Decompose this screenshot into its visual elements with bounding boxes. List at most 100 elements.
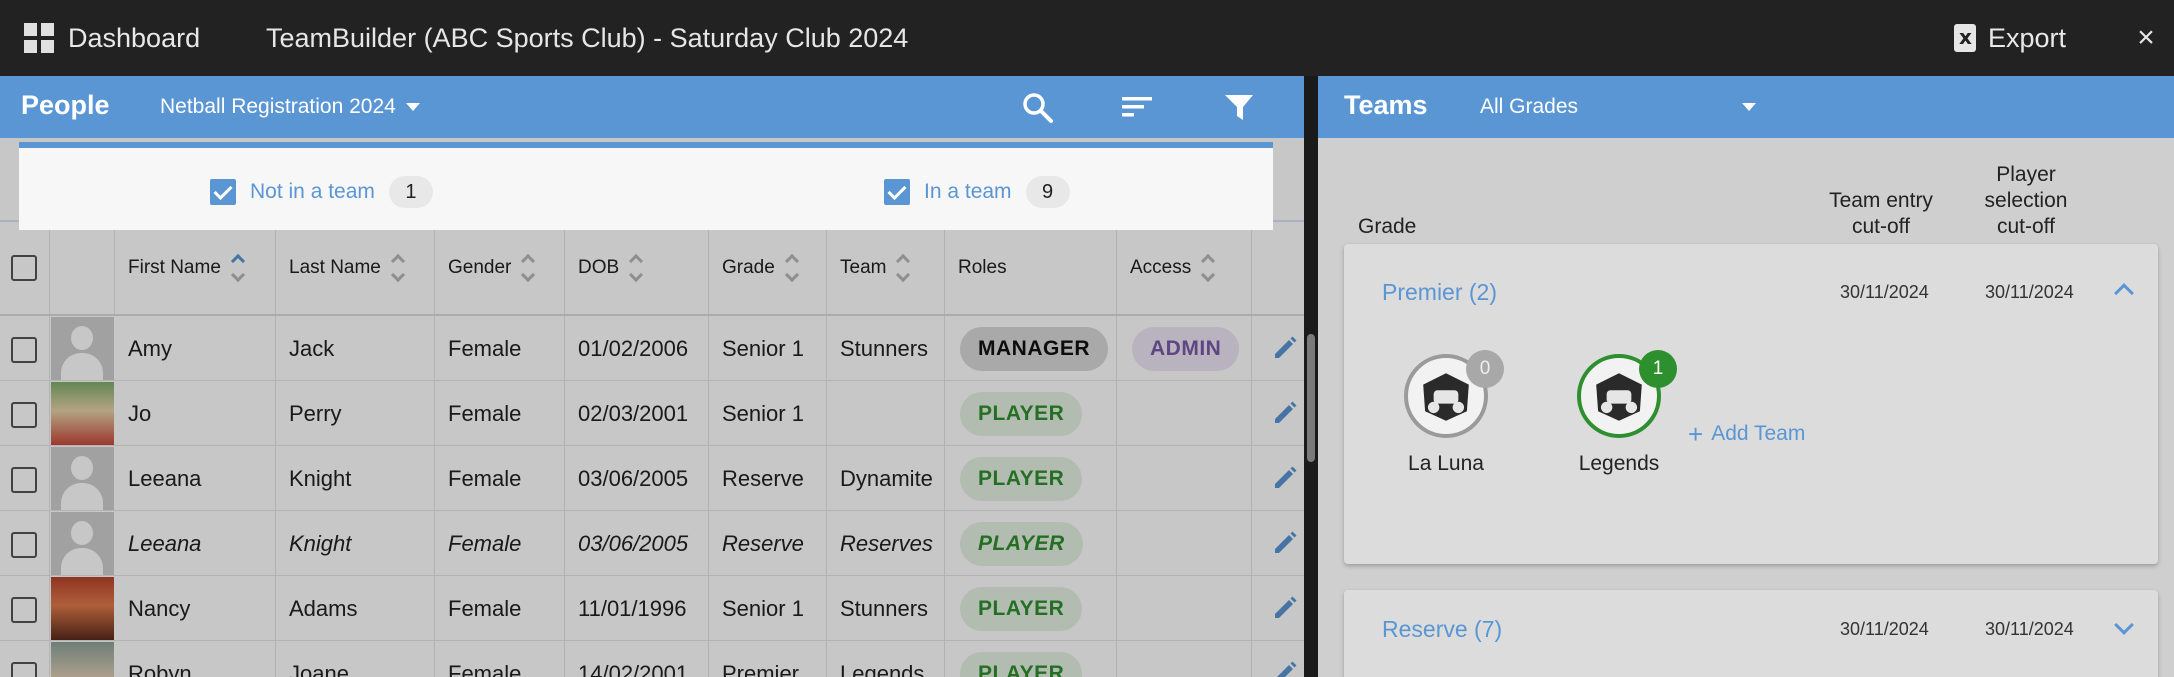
dashboard-button[interactable]: Dashboard — [24, 18, 200, 58]
last-name-cell: Knight — [276, 446, 435, 511]
select-all-checkbox[interactable] — [11, 255, 37, 281]
sort-ascending-icon — [230, 253, 245, 283]
caret-down-icon — [405, 103, 420, 111]
team-logo-icon: 1 — [1577, 350, 1677, 438]
gender-cell: Female — [435, 641, 565, 677]
row-select-cell — [0, 511, 50, 576]
row-select-cell — [0, 316, 50, 381]
sort-icon — [629, 253, 644, 283]
first-name-cell: Robyn — [115, 641, 276, 677]
registration-dropdown[interactable]: Netball Registration 2024 — [160, 95, 420, 119]
column-dob[interactable]: DOB — [565, 222, 709, 314]
column-access[interactable]: Access — [1117, 222, 1252, 314]
column-label: DOB — [578, 257, 620, 278]
people-header: People Netball Registration 2024 — [0, 76, 1304, 138]
in-team-count-badge: 9 — [1025, 176, 1070, 208]
dob-cell: 03/06/2005 — [565, 446, 709, 511]
chevron-down-icon[interactable] — [2114, 615, 2134, 635]
pencil-icon[interactable] — [1272, 465, 1298, 491]
scrollbar-thumb[interactable] — [1307, 334, 1315, 462]
caret-down-icon[interactable] — [1742, 103, 1756, 111]
table-row[interactable]: Nancy Adams Female 11/01/1996 Senior 1 Stunne… — [0, 576, 1304, 641]
team-item[interactable]: 0 La Luna — [1366, 350, 1526, 476]
avatar-placeholder-icon — [51, 447, 114, 510]
grade-cell: Reserve — [709, 446, 827, 511]
close-button[interactable]: × — [2128, 18, 2164, 58]
pencil-icon[interactable] — [1272, 530, 1298, 556]
grade-name[interactable]: Premier (2) — [1382, 279, 1497, 306]
table-row[interactable]: Robyn Joane Female 14/02/2001 Premier Legends… — [0, 641, 1304, 677]
app-title: TeamBuilder (ABC Sports Club) - Saturday… — [266, 23, 909, 53]
column-first-name[interactable]: First Name — [115, 222, 276, 314]
team-name: La Luna — [1408, 452, 1484, 475]
team-cell: Reserves — [827, 511, 945, 576]
chevron-up-icon[interactable] — [2114, 283, 2134, 303]
row-checkbox[interactable] — [11, 337, 37, 364]
dashboard-label: Dashboard — [68, 22, 201, 53]
column-label: Team — [840, 257, 887, 278]
not-in-team-toggle[interactable]: Not in a team 1 — [210, 176, 433, 208]
dob-cell: 02/03/2001 — [565, 381, 709, 446]
grade-card-premier: Premier (2) 30/11/2024 30/11/2024 0 La L… — [1344, 244, 2158, 564]
row-checkbox[interactable] — [11, 402, 37, 429]
last-name-cell: Perry — [276, 381, 435, 446]
role-badge: PLAYER — [960, 522, 1083, 566]
checkbox-checked-icon[interactable] — [210, 179, 236, 205]
dob-cell: 01/02/2006 — [565, 316, 709, 381]
last-name-cell: Knight — [276, 511, 435, 576]
add-team-button[interactable]: + Add Team — [1688, 419, 1805, 449]
team-item[interactable]: 1 Legends — [1539, 350, 1699, 476]
dob-cell: 14/02/2001 — [565, 641, 709, 677]
pencil-icon[interactable] — [1272, 335, 1298, 361]
grade-filter-dropdown[interactable]: All Grades — [1480, 95, 1578, 119]
avatar-placeholder-icon — [51, 512, 114, 575]
apps-grid-icon — [24, 23, 54, 53]
row-checkbox[interactable] — [11, 662, 37, 677]
grade-cell: Premier — [709, 641, 827, 677]
row-checkbox[interactable] — [11, 467, 37, 494]
avatar-photo — [51, 577, 114, 640]
checkbox-checked-icon[interactable] — [884, 179, 910, 205]
team-entry-date: 30/11/2024 — [1840, 282, 1929, 302]
gender-cell: Female — [435, 446, 565, 511]
plus-icon: + — [1688, 419, 1704, 449]
table-row[interactable]: Leeana Knight Female 03/06/2005 Reserve Reser… — [0, 511, 1304, 576]
role-badge: PLAYER — [960, 652, 1083, 677]
team-member-count-badge: 0 — [1466, 350, 1504, 388]
table-row[interactable]: Leeana Knight Female 03/06/2005 Reserve Dynam… — [0, 446, 1304, 511]
avatar-placeholder-icon — [51, 317, 114, 380]
row-checkbox[interactable] — [11, 597, 37, 624]
pencil-icon[interactable] — [1272, 595, 1298, 621]
access-cell — [1117, 576, 1252, 641]
column-label: Grade — [722, 257, 775, 278]
column-gender[interactable]: Gender — [435, 222, 565, 314]
grade-name[interactable]: Reserve (7) — [1382, 616, 1502, 643]
column-team[interactable]: Team — [827, 222, 945, 314]
filter-icon[interactable] — [1222, 90, 1258, 124]
column-roles: Roles — [945, 222, 1117, 314]
in-team-toggle[interactable]: In a team 9 — [884, 176, 1070, 208]
row-checkbox[interactable] — [11, 532, 37, 559]
pencil-icon[interactable] — [1272, 660, 1298, 677]
gender-cell: Female — [435, 576, 565, 641]
table-row[interactable]: Jo Perry Female 02/03/2001 Senior 1 PLAYER — [0, 381, 1304, 446]
search-icon[interactable] — [1020, 90, 1056, 124]
avatar-photo — [51, 382, 114, 445]
grade-cell: Senior 1 — [709, 316, 827, 381]
table-row[interactable]: Amy Jack Female 01/02/2006 Senior 1 Stunners M… — [0, 316, 1304, 381]
dob-cell: 11/01/1996 — [565, 576, 709, 641]
column-label: Access — [1130, 257, 1192, 278]
sort-icon[interactable] — [1120, 90, 1156, 124]
teams-title: Teams — [1344, 90, 1428, 120]
column-last-name[interactable]: Last Name — [276, 222, 435, 314]
column-grade[interactable]: Grade — [709, 222, 827, 314]
team-cell: Stunners — [827, 576, 945, 641]
last-name-cell: Adams — [276, 576, 435, 641]
first-name-cell: Leeana — [115, 446, 276, 511]
grade-cell: Senior 1 — [709, 576, 827, 641]
first-name-cell: Nancy — [115, 576, 276, 641]
export-button[interactable]: Export — [1954, 18, 2066, 58]
pencil-icon[interactable] — [1272, 400, 1298, 426]
people-title: People — [21, 90, 110, 120]
team-cell: Legends — [827, 641, 945, 677]
